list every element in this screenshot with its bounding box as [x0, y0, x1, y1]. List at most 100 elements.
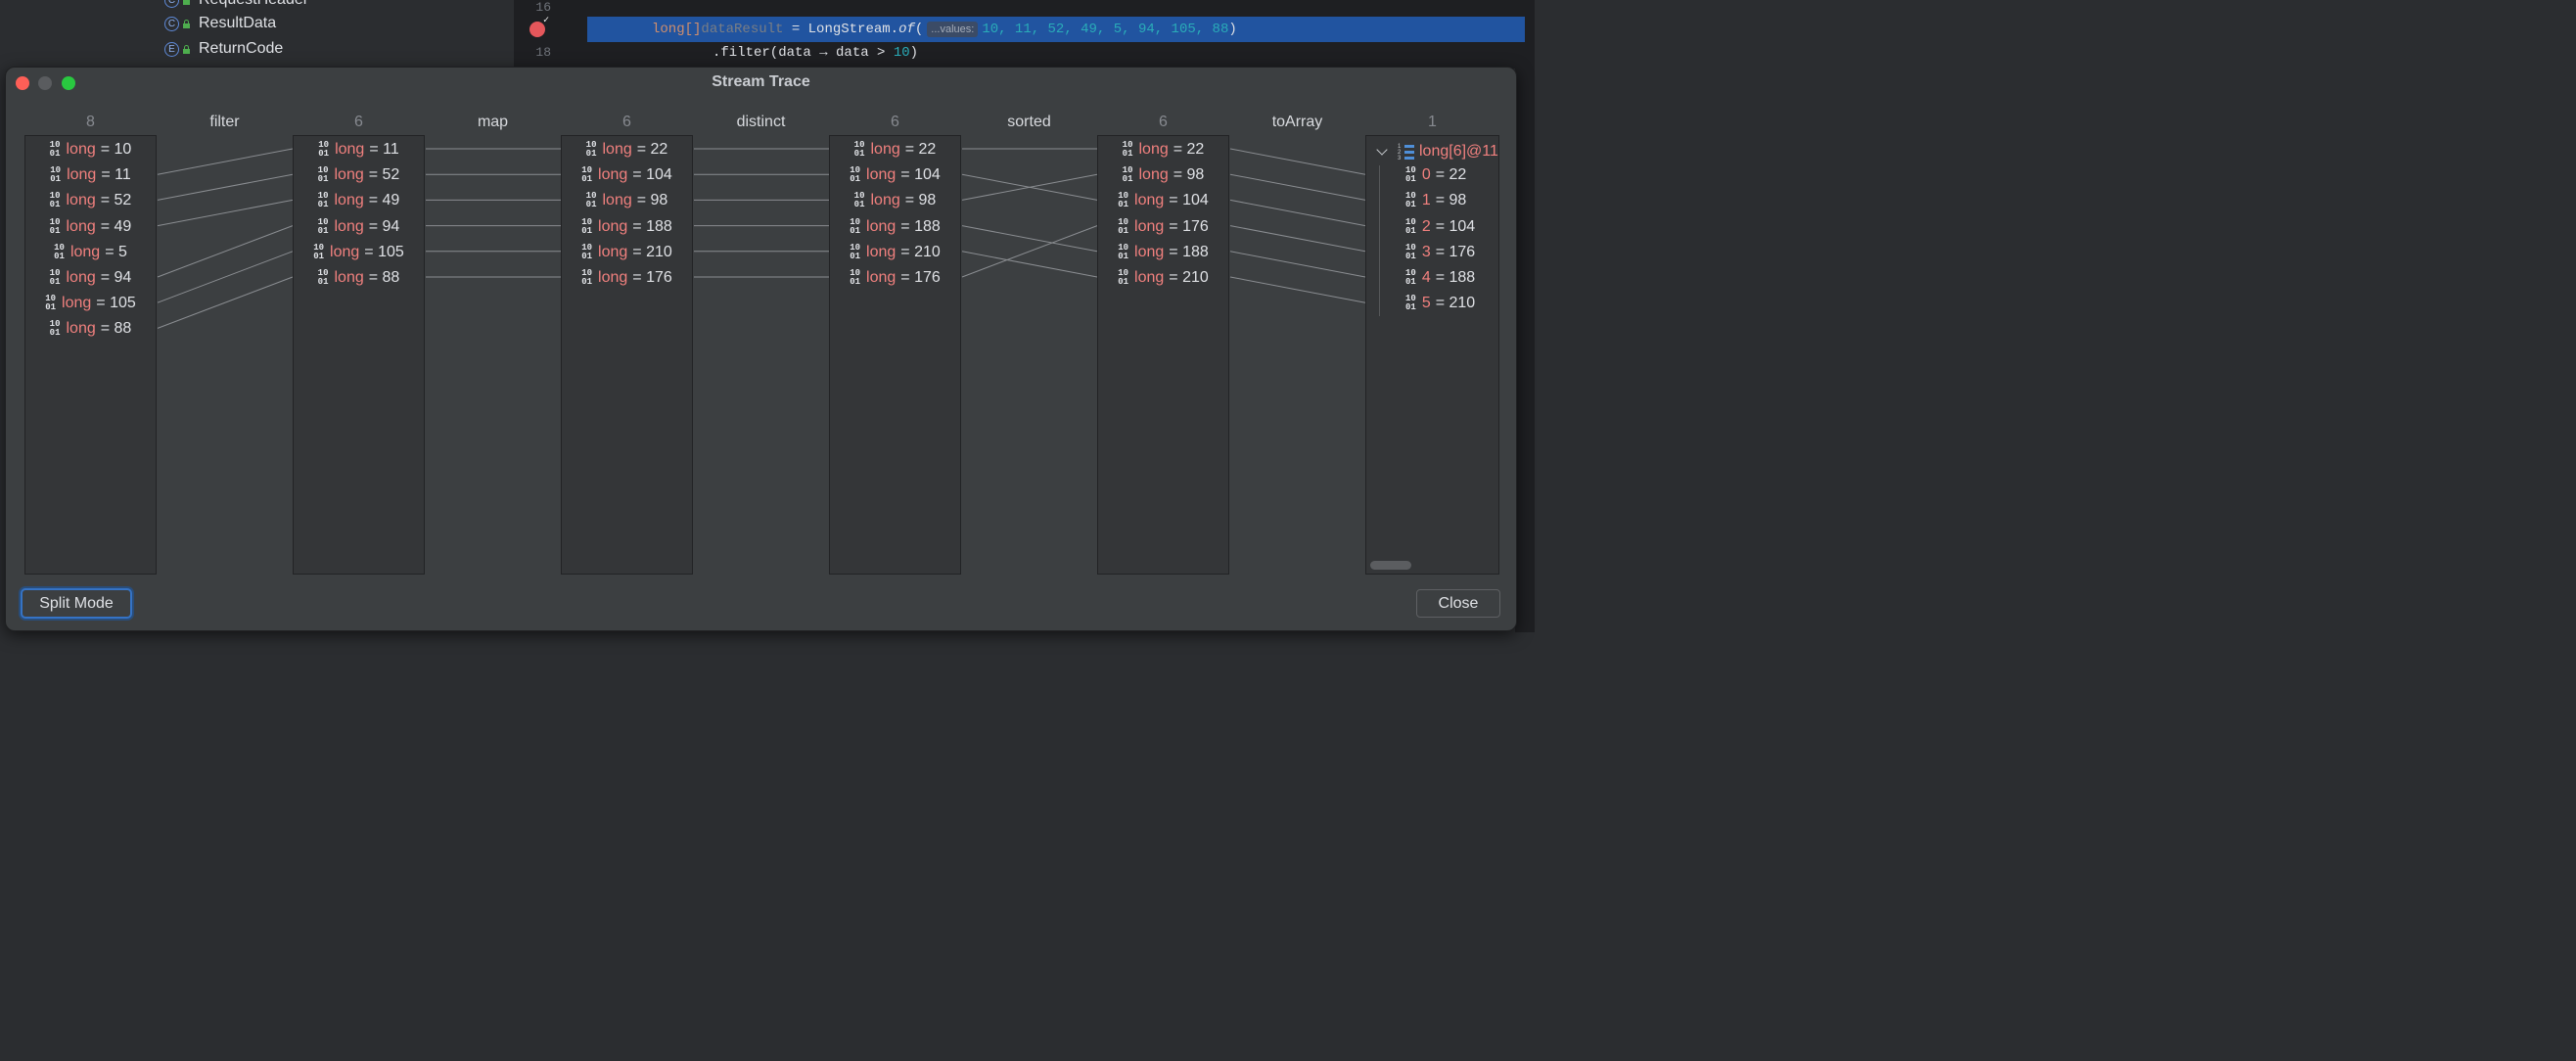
stage-column[interactable]: 10 01 long = 22 10 01 long = 98 10 01 long = 104 10 0…: [1097, 135, 1229, 575]
value-type: long: [1134, 192, 1165, 209]
value-type: long: [1134, 243, 1165, 260]
code-line-18[interactable]: .filter(data → data > 10): [587, 40, 1525, 66]
stage-value-item[interactable]: 10 01 long = 98: [830, 188, 960, 213]
value-type: long: [334, 192, 364, 209]
stage-value-item[interactable]: 10 01 long = 188: [1098, 240, 1228, 265]
binary-value-icon: 10 01: [850, 268, 861, 287]
trace-link: [1229, 199, 1366, 227]
stage-value-item[interactable]: 10 01 long = 98: [562, 188, 692, 213]
stage-value-item[interactable]: 10 01 long = 52: [25, 188, 156, 213]
stage-count: 8: [86, 114, 95, 130]
binary-value-icon: 10 01: [585, 191, 597, 210]
stage-value-item[interactable]: 10 01 long = 22: [1098, 137, 1228, 162]
binary-value-icon: 10 01: [581, 242, 593, 261]
value-type: long: [598, 166, 628, 184]
result-item[interactable]: 10 01 5 = 210: [1405, 291, 1475, 316]
tree-item-requestheader[interactable]: C RequestHeader: [164, 0, 308, 12]
tree-item-returncode[interactable]: E ReturnCode: [164, 37, 283, 61]
binary-value-icon: 10 01: [49, 216, 61, 236]
binary-value-icon: 10 01: [313, 242, 325, 261]
stage-value-item[interactable]: 10 01 long = 5: [25, 240, 156, 265]
stage-value-item[interactable]: 10 01 long = 104: [562, 162, 692, 188]
binary-value-icon: 10 01: [1118, 268, 1129, 287]
stage-value-item[interactable]: 10 01 long = 105: [25, 291, 156, 316]
stage-value-item[interactable]: 10 01 long = 22: [830, 137, 960, 162]
stage-value-item[interactable]: 10 01 long = 188: [562, 214, 692, 240]
trace-link: [157, 251, 294, 303]
breakpoint-icon[interactable]: [529, 15, 549, 37]
stage-column[interactable]: 10 01 long = 22 10 01 long = 104 10 01 long = 98 10 0…: [829, 135, 961, 575]
stage-column[interactable]: 10 01 long = 10 10 01 long = 11 10 01 long = 52 10 01…: [24, 135, 157, 575]
stage-value-item[interactable]: 10 01 long = 88: [25, 316, 156, 342]
value-text: = 49: [368, 192, 400, 209]
value-text: = 5: [105, 243, 127, 260]
lock-icon: [182, 19, 191, 28]
value-type: long: [602, 192, 632, 209]
enum-icon: E: [164, 41, 179, 57]
stage-value-item[interactable]: 10 01 long = 88: [294, 265, 424, 291]
value-text: = 49: [100, 217, 132, 235]
stage-value-item[interactable]: 10 01 long = 98: [1098, 162, 1228, 188]
stage-value-item[interactable]: 10 01 long = 210: [830, 240, 960, 265]
code-editor[interactable]: 16 18 long[] dataResult = LongStream.of(…: [514, 0, 1535, 69]
result-item[interactable]: 10 01 0 = 22: [1405, 162, 1466, 188]
value-type: long: [66, 192, 96, 209]
result-item[interactable]: 10 01 4 = 188: [1405, 265, 1475, 291]
stage-value-item[interactable]: 10 01 long = 210: [562, 240, 692, 265]
trace-link: [157, 225, 294, 278]
value-type: long: [598, 269, 628, 286]
stage-value-item[interactable]: 10 01 long = 104: [1098, 188, 1228, 213]
result-root[interactable]: 123 long[6]@110: [1376, 139, 1498, 164]
value-text: = 188: [632, 217, 672, 235]
stage-value-item[interactable]: 10 01 long = 105: [294, 240, 424, 265]
stage-value-item[interactable]: 10 01 long = 10: [25, 137, 156, 162]
stage-value-item[interactable]: 10 01 long = 176: [562, 265, 692, 291]
binary-value-icon: 10 01: [853, 191, 865, 210]
value-type: long: [330, 243, 360, 260]
operation-label-filter: filter: [209, 114, 240, 130]
stage-count: 6: [354, 114, 363, 130]
value-type: long: [334, 269, 364, 286]
tree-guide: [1379, 165, 1380, 316]
dialog-titlebar[interactable]: Stream Trace: [6, 68, 1516, 99]
binary-value-icon: 10 01: [1405, 191, 1416, 210]
result-tree[interactable]: 123 long[6]@110 10 01 0 = 22 10 01 1 = 98 10 01 2 =…: [1365, 135, 1499, 575]
result-item[interactable]: 10 01 3 = 176: [1405, 240, 1475, 265]
stage-value-item[interactable]: 10 01 long = 49: [25, 214, 156, 240]
stage-value-item[interactable]: 10 01 long = 52: [294, 162, 424, 188]
stage-column[interactable]: 10 01 long = 11 10 01 long = 52 10 01 long = 49 10 01…: [293, 135, 425, 575]
value-type: long: [866, 166, 897, 184]
stage-value-item[interactable]: 10 01 long = 188: [830, 214, 960, 240]
binary-value-icon: 10 01: [1405, 268, 1416, 287]
horizontal-scrollbar[interactable]: [1370, 561, 1411, 570]
split-mode-button[interactable]: Split Mode: [21, 588, 132, 619]
stage-value-item[interactable]: 10 01 long = 49: [294, 188, 424, 213]
result-value: = 176: [1435, 243, 1476, 260]
result-value: = 210: [1435, 295, 1476, 312]
value-text: = 105: [96, 295, 136, 312]
stage-value-item[interactable]: 10 01 long = 104: [830, 162, 960, 188]
value-type: long: [866, 243, 897, 260]
value-type: long: [66, 217, 96, 235]
tree-item-resultdata[interactable]: C ResultData: [164, 12, 276, 35]
trace-links: [157, 148, 1366, 329]
value-text: = 105: [364, 243, 404, 260]
stage-value-item[interactable]: 10 01 long = 11: [25, 162, 156, 188]
value-type: long: [870, 141, 900, 158]
stage-value-item[interactable]: 10 01 long = 176: [830, 265, 960, 291]
stage-value-item[interactable]: 10 01 long = 22: [562, 137, 692, 162]
stage-value-item[interactable]: 10 01 long = 94: [294, 214, 424, 240]
stage-value-item[interactable]: 10 01 long = 210: [1098, 265, 1228, 291]
value-text: = 104: [632, 166, 672, 184]
close-button[interactable]: Close: [1416, 589, 1500, 618]
result-item[interactable]: 10 01 2 = 104: [1405, 214, 1475, 240]
result-item[interactable]: 10 01 1 = 98: [1405, 188, 1466, 213]
code-line-17[interactable]: long[] dataResult = LongStream. of(...val…: [587, 17, 1525, 42]
stage-column[interactable]: 10 01 long = 22 10 01 long = 104 10 01 long = 98 10 0…: [561, 135, 693, 575]
stage-value-item[interactable]: 10 01 long = 11: [294, 137, 424, 162]
editor-edge: [1515, 69, 1535, 632]
stage-value-item[interactable]: 10 01 long = 94: [25, 265, 156, 291]
binary-value-icon: 10 01: [1118, 191, 1129, 210]
stage-value-item[interactable]: 10 01 long = 176: [1098, 214, 1228, 240]
chevron-down-icon[interactable]: [1376, 144, 1388, 156]
